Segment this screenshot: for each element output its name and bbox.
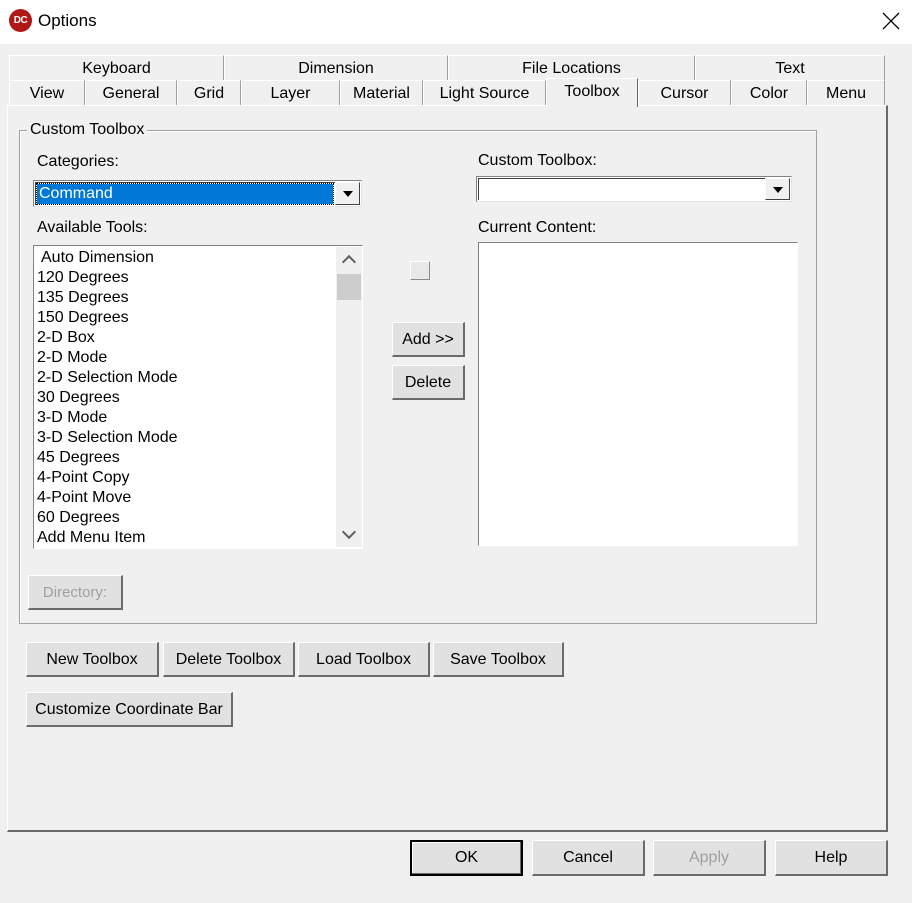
categories-select[interactable]: Command (33, 180, 362, 207)
scroll-thumb[interactable] (337, 274, 361, 300)
title-bar (0, 0, 912, 44)
custom-toolbox-select[interactable] (476, 176, 792, 202)
tab-text[interactable]: Text (695, 55, 885, 80)
list-item[interactable]: 135 Degrees (37, 288, 129, 308)
list-item[interactable]: 45 Degrees (37, 448, 120, 468)
list-item[interactable]: Add Menu Item (37, 528, 146, 548)
tab-file-locations[interactable]: File Locations (448, 55, 695, 80)
apply-button: Apply (653, 840, 766, 876)
categories-dropdown-button[interactable] (335, 182, 360, 205)
tab-material[interactable]: Material (340, 80, 423, 105)
tab-light-source[interactable]: Light Source (423, 80, 546, 105)
group-title: Custom Toolbox (27, 121, 148, 139)
chevron-down-icon (343, 191, 353, 197)
list-item[interactable]: 60 Degrees (37, 508, 120, 528)
available-tools-label: Available Tools: (37, 219, 148, 236)
move-indicator-box (410, 261, 430, 280)
tab-cursor[interactable]: Cursor (638, 80, 731, 105)
tab-toolbox[interactable]: Toolbox (546, 78, 638, 107)
app-icon: DC (9, 9, 32, 32)
list-item[interactable]: 2-D Selection Mode (37, 368, 178, 388)
cancel-button[interactable]: Cancel (532, 840, 645, 876)
close-button[interactable] (868, 0, 912, 44)
directory-button: Directory: (28, 575, 123, 610)
list-item[interactable]: 3-D Mode (37, 408, 107, 428)
add-button[interactable]: Add >> (392, 322, 465, 357)
custom-toolbox-label: Custom Toolbox: (478, 152, 597, 169)
list-item[interactable]: 4-Point Copy (37, 468, 130, 488)
available-tools-list[interactable]: Auto Dimension 120 Degrees 135 Degrees 1… (33, 245, 363, 549)
save-toolbox-button[interactable]: Save Toolbox (433, 642, 564, 677)
tab-view[interactable]: View (9, 80, 85, 105)
list-item[interactable]: 3-D Selection Mode (37, 428, 178, 448)
current-content-label: Current Content: (478, 219, 597, 236)
list-item[interactable]: 4-Point Move (37, 488, 131, 508)
list-item[interactable]: 2-D Box (37, 328, 95, 348)
close-icon (882, 12, 900, 30)
list-item[interactable]: 120 Degrees (37, 268, 129, 288)
chevron-down-icon (773, 187, 783, 193)
scrollbar[interactable] (336, 247, 362, 547)
list-item[interactable]: 2-D Mode (37, 348, 107, 368)
tab-layer[interactable]: Layer (241, 80, 340, 105)
help-button[interactable]: Help (775, 840, 888, 876)
tab-menu[interactable]: Menu (807, 80, 885, 105)
categories-selected-value: Command (36, 183, 334, 205)
tab-color[interactable]: Color (731, 80, 807, 105)
list-item[interactable]: 150 Degrees (37, 308, 129, 328)
load-toolbox-button[interactable]: Load Toolbox (298, 642, 430, 677)
delete-button[interactable]: Delete (392, 365, 465, 400)
current-content-list[interactable] (478, 242, 798, 546)
list-item[interactable]: 30 Degrees (37, 388, 120, 408)
categories-label: Categories: (37, 153, 119, 170)
tab-keyboard[interactable]: Keyboard (9, 55, 224, 80)
delete-toolbox-button[interactable]: Delete Toolbox (163, 642, 295, 677)
custom-toolbox-dropdown-button[interactable] (765, 178, 790, 200)
tab-general[interactable]: General (85, 80, 177, 105)
chevron-up-icon[interactable] (341, 254, 357, 270)
customize-coordinate-bar-button[interactable]: Customize Coordinate Bar (26, 692, 233, 727)
tab-grid[interactable]: Grid (177, 80, 241, 105)
window-title: Options (38, 11, 97, 30)
chevron-down-icon[interactable] (341, 524, 357, 540)
tab-dimension[interactable]: Dimension (224, 55, 448, 80)
ok-button[interactable]: OK (410, 840, 523, 876)
list-item[interactable]: Auto Dimension (41, 248, 154, 268)
new-toolbox-button[interactable]: New Toolbox (26, 642, 159, 677)
